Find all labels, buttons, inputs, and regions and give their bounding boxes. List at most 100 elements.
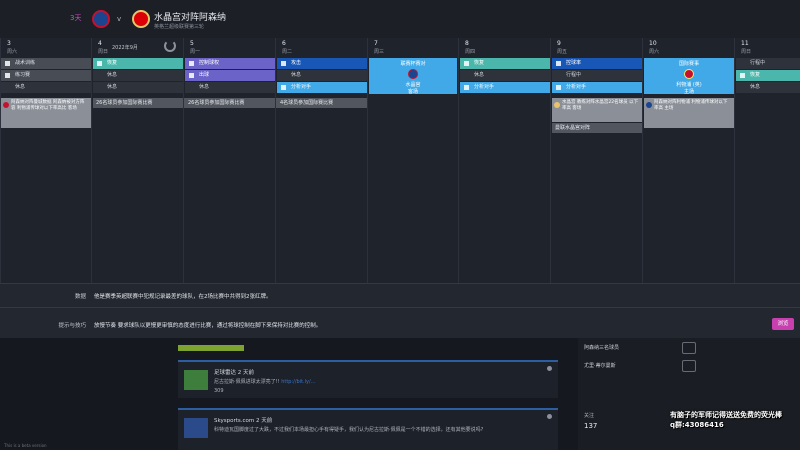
day-header: 5 周一 <box>184 38 275 56</box>
possession-icon <box>556 61 561 66</box>
day-column-7: 7 周三 联赛杯赛对 水晶宫 客场 <box>367 38 458 283</box>
days-until-badge: 3天 <box>70 14 82 22</box>
analysis-icon <box>464 85 469 90</box>
arrow-icon[interactable] <box>682 342 696 354</box>
day-column-10: 10 周六 国际赛事 利物浦 (英) 主场 阿森纳对阵利物浦 利物浦传球对以下率… <box>642 38 734 283</box>
arrow-icon[interactable] <box>682 360 696 372</box>
event-card[interactable]: 阿森纳对阵曼城数据 阿森纳被对方阵容 利物浦传球对以下率高比 客场 <box>1 98 91 128</box>
feed-link[interactable]: http://bit.ly/... <box>281 379 315 385</box>
session-slot[interactable]: 控球率 <box>552 58 642 69</box>
side-row[interactable]: 阿森纳三名球员 <box>584 344 619 351</box>
session-slot[interactable]: 攻击 <box>277 58 367 69</box>
day-column-6: 6 周二 攻击 休息 分析对手 4名球员参加国际赛比赛 <box>275 38 367 283</box>
match-venue: 客场 <box>407 89 418 95</box>
passing-icon <box>189 73 194 78</box>
club-crest-icon <box>3 102 9 108</box>
crystal-palace-crest-icon[interactable] <box>92 10 110 28</box>
match-opponent: 水晶宫 <box>405 82 421 88</box>
day-weekday: 周六 <box>649 49 660 55</box>
day-column-8: 8 周四 恢复 休息 分析对手 <box>458 38 550 283</box>
data-panel: 数据 他是赛季英超联赛中犯规记录最差的球队，在2场比赛中共得到2张红牌。 <box>0 283 800 307</box>
beta-note: This is a beta version <box>4 443 47 448</box>
event-bar[interactable]: 4名球员参加国际赛比赛 <box>277 98 367 108</box>
opponent-crest-icon <box>408 69 418 79</box>
day-header: 11 周日 <box>735 38 800 56</box>
event-card[interactable]: 阿森纳对阵利物浦 利物浦传球对以下率高 主场 <box>644 98 734 128</box>
side-row[interactable]: 尤里·蒂尔曼斯 <box>584 362 616 369</box>
feed-source: Skysports.com 2 天前 <box>214 418 273 424</box>
session-slot[interactable]: 休息 <box>185 82 275 93</box>
day-number: 7 <box>374 40 378 47</box>
attack-icon <box>281 61 286 66</box>
tips-panel: 提示与技巧 放慢节奏 要求球队以更慢更审慎的态度进行比赛，通过将球控制在脚下来保… <box>0 307 800 338</box>
session-slot[interactable]: 休息 <box>93 70 183 81</box>
event-bar[interactable]: 26名球员参加国际赛比赛 <box>185 98 277 108</box>
session-slot[interactable]: 练习赛 <box>1 70 91 81</box>
match-competition: 联赛杯赛对 <box>400 61 426 67</box>
opponent-crest-icon <box>684 69 694 79</box>
session-slot[interactable]: 分析对手 <box>277 82 367 93</box>
day-weekday: 周六 <box>7 49 18 55</box>
tips-label: 提示与技巧 <box>58 323 86 329</box>
session-slot[interactable]: 休息 <box>277 70 367 81</box>
session-slot[interactable]: 战术训练 <box>1 58 91 69</box>
feed-item[interactable]: Skysports.com 2 天前 科特迪瓦国脚度过了大跌，不过我们本场最担心… <box>178 408 558 450</box>
tips-text: 放慢节奏 要求球队以更慢更审慎的态度进行比赛，通过将球控制在脚下来保持对比赛的控… <box>94 323 322 329</box>
recovery-icon <box>740 73 745 78</box>
day-weekday: 周一 <box>190 49 201 55</box>
match-card[interactable]: 联赛杯赛对 水晶宫 客场 <box>369 58 457 95</box>
session-slot[interactable]: 分析对手 <box>460 82 550 93</box>
match-title[interactable]: 水晶宫对阵阿森纳 <box>154 10 226 23</box>
session-slot[interactable]: 出球 <box>185 70 275 81</box>
session-slot[interactable]: 行程中 <box>736 58 800 69</box>
day-header: 8 周四 <box>459 38 550 56</box>
day-header: 7 周三 <box>368 38 458 56</box>
day-weekday: 周三 <box>374 49 385 55</box>
news-feed-area: 足球雷达 2 天前 尼古拉斯·佩佩进球太漂亮了!! http://bit.ly/… <box>0 338 800 450</box>
feed-text: 尼古拉斯·佩佩进球太漂亮了!! http://bit.ly/... <box>214 379 316 385</box>
event-bar[interactable]: 26名球员参加国际赛比赛 <box>93 98 185 108</box>
day-number: 8 <box>465 40 469 47</box>
session-slot[interactable]: 分析对手 <box>552 82 642 93</box>
session-slot[interactable]: 休息 <box>460 70 550 81</box>
session-slot[interactable]: 恢复 <box>460 58 550 69</box>
event-card[interactable]: 水晶宫 教练对阵水晶宫22名球员 以下率高 客场 <box>552 98 642 122</box>
versus-label: v <box>117 15 122 23</box>
progress-strip <box>178 345 244 351</box>
event-bar[interactable]: 曼联水晶宫对阵 <box>552 123 642 133</box>
day-header: 10 周六 <box>643 38 734 56</box>
close-icon[interactable] <box>547 366 552 371</box>
session-slot[interactable]: 行程中 <box>552 70 642 81</box>
session-slot[interactable]: 休息 <box>93 82 183 93</box>
day-column-9: 9 周五 控球率 行程中 分析对手 水晶宫 教练对阵水晶宫22名球员 以下率高 … <box>550 38 642 283</box>
view-button[interactable]: 浏览 <box>772 318 794 330</box>
day-column-5: 5 周一 控制球权 出球 休息 26名球员参加国际赛比赛 <box>183 38 277 283</box>
month-label: 2022年9月 <box>112 45 138 51</box>
close-icon[interactable] <box>547 414 552 419</box>
recovery-icon <box>464 61 469 66</box>
day-number: 9 <box>557 40 561 47</box>
day-number: 3 <box>7 40 11 47</box>
day-header: 3 周六 <box>1 38 91 56</box>
match-opponent: 利物浦 (英) <box>676 82 702 88</box>
session-slot[interactable]: 恢复 <box>93 58 183 69</box>
match-competition: 国际赛事 <box>678 61 699 67</box>
day-number: 4 <box>98 40 102 47</box>
followers-label: 关注 <box>584 413 595 419</box>
day-column-3: 3 周六 战术训练 练习赛 休息 阿森纳对阵曼城数据 阿森纳被对方阵容 利物浦传… <box>0 38 91 283</box>
day-header: 9 周五 <box>551 38 642 56</box>
analysis-icon <box>556 85 561 90</box>
day-number: 5 <box>190 40 194 47</box>
stream-overlay-line2: q群:43086416 <box>670 421 724 429</box>
refresh-icon[interactable] <box>164 40 176 52</box>
day-weekday: 周四 <box>465 49 476 55</box>
session-slot[interactable]: 休息 <box>736 82 800 93</box>
match-card[interactable]: 国际赛事 利物浦 (英) 主场 <box>644 58 734 95</box>
arsenal-crest-icon[interactable] <box>132 10 150 28</box>
match-subtitle: 英格兰超级联赛第三轮 <box>154 24 205 30</box>
data-text: 他是赛季英超联赛中犯规记录最差的球队，在2场比赛中共得到2张红牌。 <box>94 294 272 300</box>
feed-item[interactable]: 足球雷达 2 天前 尼古拉斯·佩佩进球太漂亮了!! http://bit.ly/… <box>178 360 558 398</box>
session-slot[interactable]: 控制球权 <box>185 58 275 69</box>
session-slot[interactable]: 休息 <box>1 82 91 93</box>
session-slot[interactable]: 恢复 <box>736 70 800 81</box>
